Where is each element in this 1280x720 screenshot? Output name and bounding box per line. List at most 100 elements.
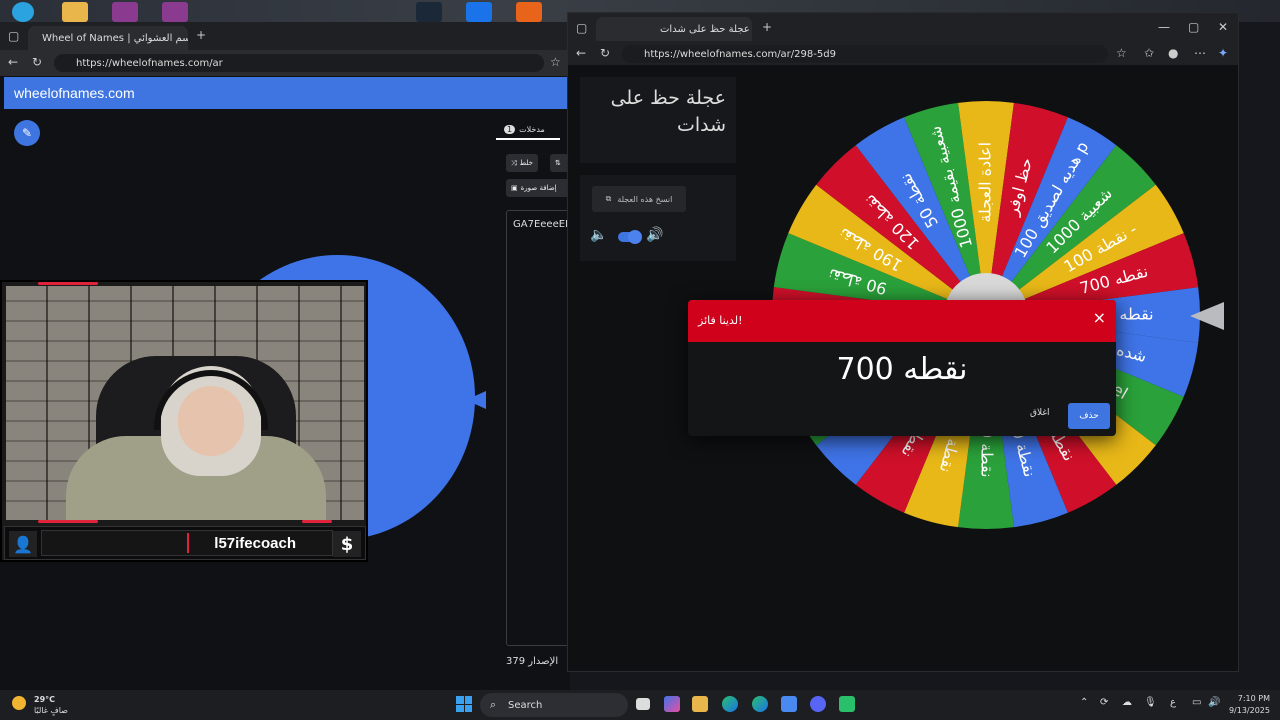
tab-title: Wheel of Names | الاسم العشوائي (42, 32, 188, 44)
volume-icon[interactable]: 🔊 (646, 227, 663, 243)
streamer-bar: 👤 l57ifecoach $ (4, 526, 366, 560)
entries-count-badge: 1 (504, 124, 516, 134)
chevron-up-icon[interactable]: ⌃ (1080, 697, 1088, 708)
dialog-title: لدينا فائز! (698, 314, 743, 327)
tab-wheel-of-names[interactable]: Wheel of Names | الاسم العشوائي ✕ (28, 26, 188, 50)
copy-wheel-button[interactable]: ⧉ انسخ هذه العجلة (592, 186, 686, 212)
wheel-title: عجلة حظ على شدات (610, 87, 726, 136)
start-icon[interactable] (456, 696, 472, 712)
tab-wheel-sheddat[interactable]: عجلة حظ على شدات ✕ (596, 17, 752, 41)
wheel-controls-panel: ⧉ انسخ هذه العجلة 🔈 🔊 (580, 175, 736, 261)
dialog-header: لدينا فائز! × (688, 300, 1116, 342)
streamer-name-box: l57ifecoach (41, 530, 333, 556)
tab-bar-right: ▢ عجلة حظ على شدات ✕ + — ▢ ✕ (568, 13, 1238, 43)
discord-icon[interactable] (810, 696, 826, 712)
language-indicator[interactable]: ع (1170, 697, 1176, 708)
site-header: wheelofnames.com (4, 77, 570, 109)
search-icon: ⌕ (490, 698, 497, 711)
sound-toggle[interactable] (618, 230, 642, 244)
store-icon[interactable] (781, 696, 797, 712)
sync-icon[interactable]: ⟳ (1100, 697, 1108, 708)
mute-icon[interactable]: 🔈 (590, 227, 607, 243)
close-icon[interactable]: × (1093, 308, 1106, 327)
webcam-overlay: 👤 l57ifecoach $ (0, 280, 368, 562)
wheel-pointer-icon (466, 391, 486, 409)
close-window-icon[interactable]: ✕ (1218, 20, 1228, 34)
taskbar-search[interactable]: ⌕ Search (480, 693, 628, 717)
reload-icon[interactable]: ↻ (600, 46, 610, 60)
time: 7:10 PM (1237, 694, 1270, 703)
shuffle-button[interactable]: ⤨ خلط (506, 154, 538, 172)
new-tab-icon[interactable]: + (196, 28, 206, 42)
url-text: https://wheelofnames.com/ar/298-5d9 (644, 48, 836, 60)
reload-icon[interactable]: ↻ (32, 55, 42, 69)
shuffle-icon: ⤨ (511, 158, 517, 167)
entries-textarea[interactable]: GA7EeeeEM (506, 210, 570, 646)
add-image-label: إضافة صورة (520, 184, 557, 192)
copilot-icon[interactable]: ✦ (1218, 46, 1228, 60)
back-icon[interactable]: ← (576, 46, 586, 60)
wheel-title-panel: عجلة حظ على شدات (580, 77, 736, 163)
menu-icon[interactable]: ⋯ (1194, 46, 1206, 60)
temperature: 29°C (34, 695, 56, 704)
volume-tray-icon[interactable]: 🔊 (1208, 697, 1220, 708)
telegram-icon[interactable] (12, 2, 34, 22)
remove-winner-button[interactable]: حذف (1068, 403, 1110, 429)
entries-tab-label: مدخلات (519, 124, 545, 134)
copy-wheel-label: انسخ هذه العجلة (617, 194, 673, 204)
taskbar: 29°C صافٍ غالبًا ⌕ Search ⌃ ⟳ ☁ 🎙 ع ▭ 🔊 … (0, 690, 1280, 720)
url-field[interactable]: https://wheelofnames.com/ar/298-5d9 (622, 45, 1108, 63)
edge-icon[interactable] (722, 696, 738, 712)
app-icon[interactable] (466, 2, 492, 22)
add-image-button[interactable]: ▣ إضافة صورة (506, 179, 570, 197)
dialog-close-button[interactable]: اغلاق (1030, 408, 1050, 418)
collections-icon[interactable]: ✩ (1144, 46, 1154, 60)
maximize-icon[interactable]: ▢ (1188, 20, 1199, 34)
address-bar: ← ↻ https://wheelofnames.com/ar ☆ (0, 50, 570, 76)
profile-icon[interactable]: ● (1168, 46, 1178, 60)
copilot-taskbar-icon[interactable] (664, 696, 680, 712)
user-icon: 👤 (9, 531, 37, 557)
tab-title: عجلة حظ على شدات (660, 23, 750, 35)
site-logo-text[interactable]: wheelofnames.com (14, 85, 135, 101)
wheel-pointer-icon (1190, 302, 1224, 330)
winner-text: نقطه 700 (836, 352, 968, 387)
search-label: Search (508, 699, 543, 711)
tab-actions-icon[interactable]: ▢ (576, 21, 587, 35)
url-field[interactable]: https://wheelofnames.com/ar (54, 54, 544, 72)
app-icon-2[interactable] (516, 2, 542, 22)
address-bar-right: ← ↻ https://wheelofnames.com/ar/298-5d9 … (568, 43, 1238, 65)
edge-icon-2[interactable] (752, 696, 768, 712)
favorite-icon[interactable]: ☆ (550, 55, 561, 69)
edit-icon[interactable]: ✎ (14, 120, 40, 146)
favorite-icon[interactable]: ☆ (1116, 46, 1127, 60)
back-icon[interactable]: ← (8, 55, 18, 69)
mic-icon[interactable]: 🎙 (1144, 697, 1157, 708)
weather-desc: صافٍ غالبًا (34, 706, 68, 715)
tab-entries[interactable]: 1 مدخلات (496, 120, 560, 140)
clock[interactable]: 7:10 PM 9/13/2025 (1222, 693, 1270, 717)
winrar-icon[interactable] (112, 2, 138, 22)
cloud-icon[interactable]: ☁ (1122, 697, 1132, 708)
minimize-icon[interactable]: — (1158, 20, 1170, 34)
folder-icon[interactable] (62, 2, 88, 22)
image-icon: ▣ (511, 184, 518, 192)
tab-actions-icon[interactable]: ▢ (8, 29, 19, 43)
app-icon-taskbar[interactable] (839, 696, 855, 712)
entry-text: GA7EeeeEM (513, 219, 570, 230)
url-text: https://wheelofnames.com/ar (76, 57, 223, 69)
sort-icon: ⇅ (555, 159, 561, 167)
steam-icon[interactable] (416, 2, 442, 22)
shuffle-label: خلط (519, 159, 533, 167)
wheel-segment-label: اعادة العجلة (976, 142, 995, 223)
task-view-icon[interactable] (636, 698, 650, 710)
date: 9/13/2025 (1228, 706, 1270, 715)
file-explorer-icon[interactable] (692, 696, 708, 712)
copy-icon: ⧉ (605, 194, 612, 203)
winner-dialog: لدينا فائز! × نقطه 700 اغلاق حذف (688, 300, 1116, 436)
network-icon[interactable]: ▭ (1192, 697, 1201, 708)
webcam-video (6, 286, 364, 520)
winrar-icon-2[interactable] (162, 2, 188, 22)
dollar-icon: $ (333, 531, 361, 557)
new-tab-icon[interactable]: + (762, 20, 772, 34)
